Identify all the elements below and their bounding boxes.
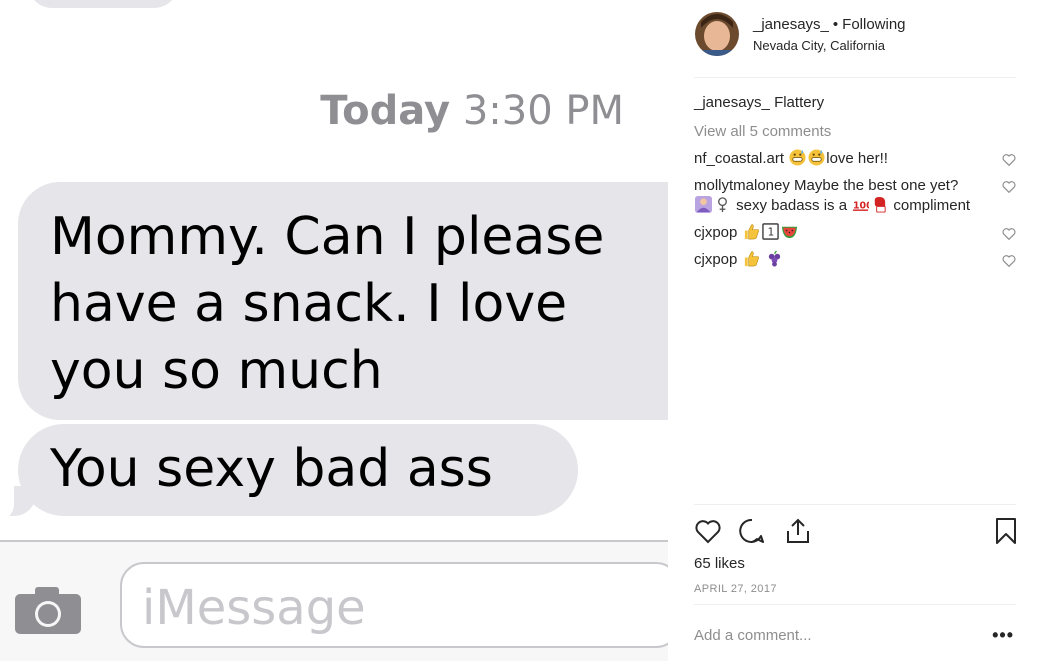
woman-shrugging-emoji bbox=[695, 196, 712, 213]
timestamp-time: 3:30 PM bbox=[462, 88, 624, 134]
message-timestamp: Today 3:30 PM bbox=[0, 88, 624, 134]
comment-username[interactable]: cjxpop bbox=[694, 224, 737, 241]
caption: _janesays_ Flattery bbox=[694, 93, 1024, 119]
comment-username[interactable]: nf_coastal.art bbox=[694, 150, 784, 167]
view-all-comments-link[interactable]: View all 5 comments bbox=[694, 122, 1024, 149]
imessage-placeholder: iMessage bbox=[142, 580, 366, 636]
heart-icon[interactable] bbox=[1002, 153, 1016, 166]
message-line: you so much bbox=[50, 341, 383, 401]
comment-username[interactable]: mollytmaloney bbox=[694, 177, 790, 194]
comment-icon[interactable] bbox=[738, 517, 766, 545]
avatar[interactable] bbox=[695, 12, 739, 56]
camera-icon bbox=[15, 587, 81, 634]
header-username[interactable]: _janesays_ bbox=[753, 16, 829, 33]
comment-text: sexy badass is a bbox=[736, 197, 848, 214]
following-button[interactable]: Following bbox=[842, 16, 905, 33]
likes-count[interactable]: 65 likes bbox=[694, 555, 745, 572]
heart-icon[interactable] bbox=[1002, 254, 1016, 267]
caption-text: Flattery bbox=[774, 94, 825, 111]
post-side-panel: _janesays_ • Following Nevada City, Califo… bbox=[668, 0, 1040, 661]
comment: mollytmaloney Maybe the best one yet? se… bbox=[694, 176, 1024, 216]
previous-message-bubble bbox=[28, 0, 178, 8]
grapes-emoji bbox=[768, 250, 780, 267]
separator-dot: • bbox=[832, 16, 839, 33]
grinning-sweat-emoji bbox=[789, 149, 806, 166]
bookmark-icon[interactable] bbox=[992, 517, 1020, 545]
heart-icon[interactable] bbox=[1002, 180, 1016, 193]
add-comment-bar: Add a comment... ••• bbox=[694, 604, 1016, 661]
comment: nf_coastal.art love her!! bbox=[694, 149, 1024, 169]
hundred-points-emoji: 100 bbox=[853, 200, 869, 211]
post-header: _janesays_ • Following Nevada City, Califo… bbox=[694, 10, 1016, 78]
add-comment-input[interactable]: Add a comment... bbox=[694, 627, 812, 644]
comment-text: compliment bbox=[893, 197, 971, 214]
profile-photo bbox=[695, 12, 739, 56]
message-bubble: Mommy. Can I please have a snack. I love… bbox=[18, 182, 668, 420]
message-bubble-last: You sexy bad ass bbox=[18, 424, 578, 516]
comment-text: Maybe the best one yet? bbox=[794, 177, 959, 194]
post-image: Today 3:30 PM Mommy. Can I please have a… bbox=[0, 0, 668, 661]
imessage-input-bar: iMessage bbox=[0, 540, 668, 661]
thumbs-up-emoji bbox=[744, 224, 759, 240]
boxing-glove-emoji bbox=[875, 196, 886, 213]
comment-username[interactable]: cjxpop bbox=[694, 251, 737, 268]
comment-text: love her!! bbox=[826, 150, 888, 167]
post-date[interactable]: APRIL 27, 2017 bbox=[694, 583, 777, 595]
comment: cjxpop 1 bbox=[694, 223, 1024, 243]
thumbs-up-emoji bbox=[744, 251, 759, 267]
caption-username[interactable]: _janesays_ bbox=[694, 94, 770, 111]
post-actions: 65 likes APRIL 27, 2017 bbox=[694, 504, 1016, 604]
female-sign-emoji bbox=[718, 197, 727, 213]
keycap-1-emoji: 1 bbox=[761, 223, 779, 240]
location-link[interactable]: Nevada City, California bbox=[753, 38, 885, 53]
message-line: have a snack. I love bbox=[50, 274, 568, 334]
watermelon-emoji bbox=[781, 226, 797, 239]
comments-list: _janesays_ Flattery View all 5 comments … bbox=[694, 93, 1024, 277]
grinning-sweat-emoji bbox=[808, 149, 825, 166]
timestamp-day: Today bbox=[320, 88, 451, 134]
imessage-field: iMessage bbox=[120, 562, 668, 648]
svg-text:1: 1 bbox=[767, 226, 774, 238]
message-line: Mommy. Can I please bbox=[50, 207, 605, 267]
comment: cjxpop bbox=[694, 250, 1024, 270]
heart-icon[interactable] bbox=[1002, 227, 1016, 240]
share-icon[interactable] bbox=[784, 517, 812, 545]
heart-icon[interactable] bbox=[694, 517, 722, 545]
more-options-button[interactable]: ••• bbox=[992, 625, 1014, 646]
message-text: You sexy bad ass bbox=[50, 439, 493, 499]
